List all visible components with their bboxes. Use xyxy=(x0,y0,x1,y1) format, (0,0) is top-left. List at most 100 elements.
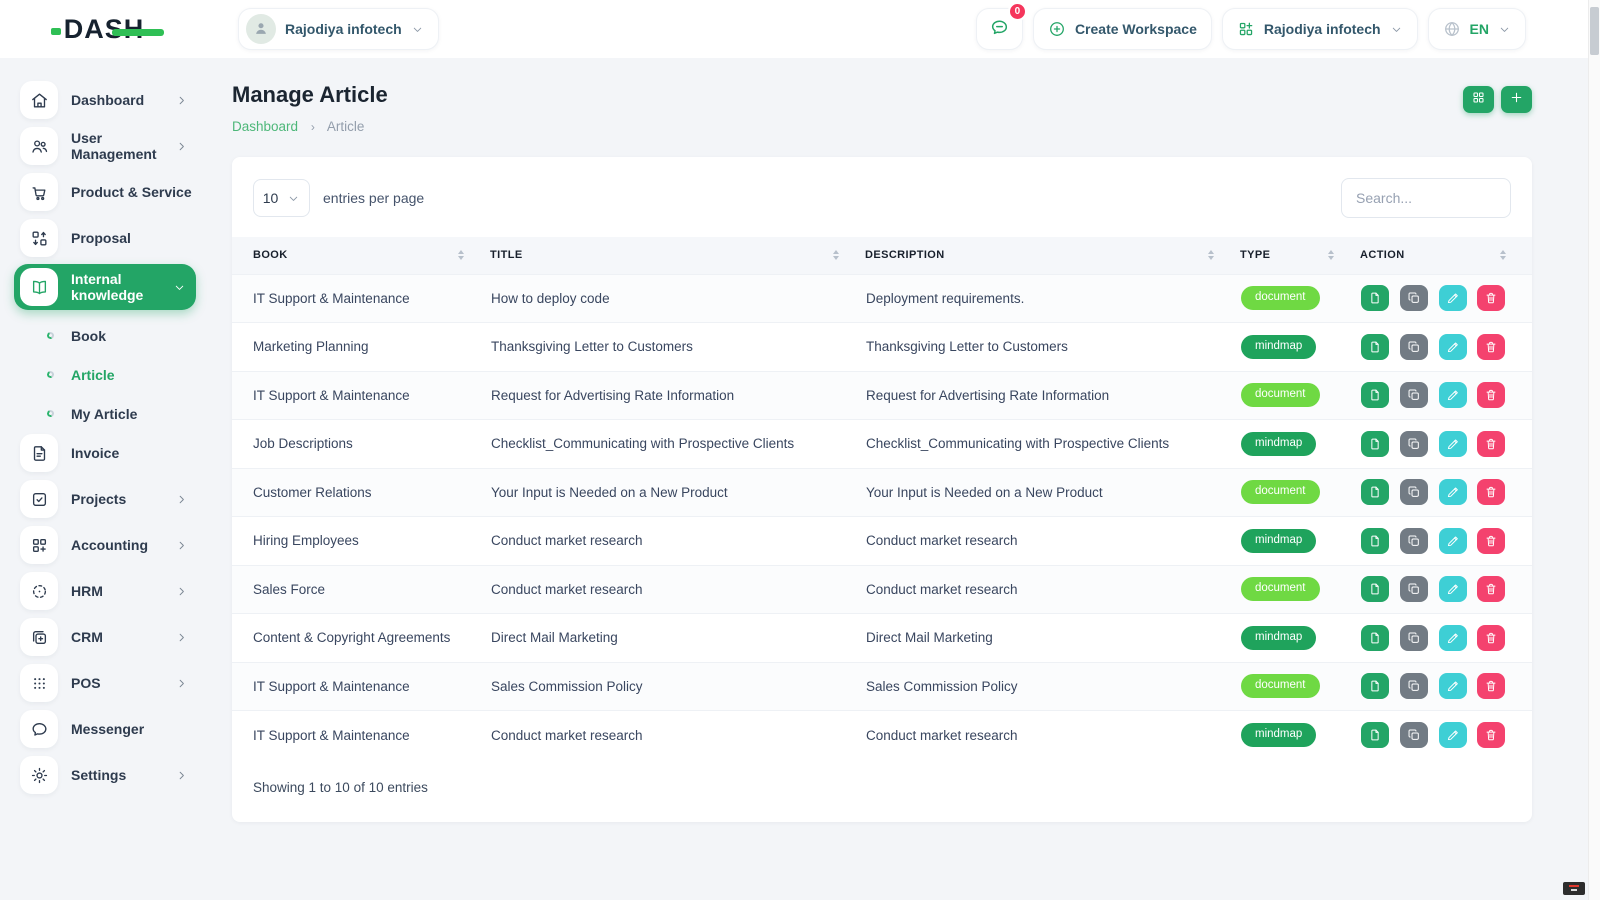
cell-description: Thanksgiving Letter to Customers xyxy=(866,339,1068,355)
delete-article-button[interactable] xyxy=(1477,382,1506,409)
copy-article-button[interactable] xyxy=(1399,479,1428,506)
breadcrumb-current: Article xyxy=(326,119,365,134)
edit-article-button[interactable] xyxy=(1438,624,1467,651)
sort-icon[interactable] xyxy=(458,250,464,261)
view-article-button[interactable] xyxy=(1361,673,1389,700)
edit-article-button[interactable] xyxy=(1438,430,1467,457)
sidebar-item-accounting[interactable]: Accounting xyxy=(20,525,208,565)
copy-article-button[interactable] xyxy=(1399,333,1428,360)
delete-article-button[interactable] xyxy=(1477,285,1506,312)
main-content: Manage Article Dashboard › Article 10 en… xyxy=(208,58,1600,822)
view-article-button[interactable] xyxy=(1361,527,1389,554)
view-article-button[interactable] xyxy=(1361,430,1389,457)
sidebar-item-proposal[interactable]: Proposal xyxy=(20,218,208,258)
app-shell: Dashboard User Management Product & Serv… xyxy=(0,0,1600,822)
copy-article-button[interactable] xyxy=(1399,527,1428,554)
edit-article-button[interactable] xyxy=(1438,382,1467,409)
column-header-title[interactable]: TITLE xyxy=(490,237,865,274)
view-article-button[interactable] xyxy=(1361,576,1389,603)
sidebar-item-label: CRM xyxy=(71,629,103,645)
edit-article-button[interactable] xyxy=(1438,285,1467,312)
edit-article-button[interactable] xyxy=(1438,576,1467,603)
view-article-button[interactable] xyxy=(1361,479,1389,506)
sidebar-item-label: Product & Service xyxy=(71,184,192,200)
copy-article-button[interactable] xyxy=(1399,285,1428,312)
copy-article-button[interactable] xyxy=(1399,382,1428,409)
delete-article-button[interactable] xyxy=(1477,576,1506,603)
vertical-scrollbar[interactable] xyxy=(1588,0,1600,900)
cell-description: Checklist_Communicating with Prospective… xyxy=(866,436,1170,452)
sort-icon[interactable] xyxy=(1328,250,1334,261)
column-header-description[interactable]: DESCRIPTION xyxy=(865,237,1240,274)
edit-article-button[interactable] xyxy=(1438,673,1467,700)
add-article-button[interactable] xyxy=(1501,86,1532,113)
edit-article-button[interactable] xyxy=(1438,527,1467,554)
edit-article-button[interactable] xyxy=(1438,479,1467,506)
view-article-button[interactable] xyxy=(1361,624,1389,651)
messenger-button[interactable]: 0 xyxy=(975,2,1027,50)
sort-icon[interactable] xyxy=(1208,250,1214,261)
column-header-type[interactable]: TYPE xyxy=(1240,237,1360,274)
cell-type: mindmap xyxy=(1240,517,1360,566)
type-badge: document xyxy=(1241,674,1320,699)
sidebar-item-crm[interactable]: CRM xyxy=(20,617,208,657)
sidebar-item-user-management[interactable]: User Management xyxy=(20,126,208,166)
view-article-button[interactable] xyxy=(1361,285,1389,312)
delete-article-button[interactable] xyxy=(1477,479,1506,506)
cell-description: Deployment requirements. xyxy=(866,290,1025,306)
grid-view-button[interactable] xyxy=(1463,86,1494,113)
copy-article-button[interactable] xyxy=(1399,722,1428,748)
type-badge: mindmap xyxy=(1241,334,1317,359)
edit-article-button[interactable] xyxy=(1438,722,1467,748)
sidebar-item-label: Dashboard xyxy=(71,92,145,108)
cell-description: Request for Advertising Rate Information xyxy=(866,387,1110,403)
delete-article-button[interactable] xyxy=(1477,333,1506,360)
delete-article-button[interactable] xyxy=(1477,527,1506,554)
copy-article-button[interactable] xyxy=(1399,430,1428,457)
cell-title: Sales Commission Policy xyxy=(491,678,643,694)
column-header-book[interactable]: BOOK xyxy=(232,237,490,274)
sidebar-item-settings[interactable]: Settings xyxy=(20,755,208,795)
column-header-action[interactable]: ACTION xyxy=(1360,237,1532,274)
sort-icon[interactable] xyxy=(833,250,839,261)
sort-icon[interactable] xyxy=(1500,250,1506,261)
edit-article-button[interactable] xyxy=(1438,333,1467,360)
view-article-button[interactable] xyxy=(1361,333,1389,360)
topbar-right-cluster: 0 Create Workspace Rajodiya infotech EN xyxy=(975,2,1600,50)
sidebar-item-projects[interactable]: Projects xyxy=(20,479,208,519)
delete-article-button[interactable] xyxy=(1477,624,1506,651)
language-selector[interactable]: EN xyxy=(1427,8,1526,50)
breadcrumb-dashboard-link[interactable]: Dashboard xyxy=(232,119,298,134)
sidebar-subitem-book[interactable]: Book xyxy=(20,316,208,355)
account-workspace-dropdown[interactable]: Rajodiya infotech xyxy=(1221,8,1418,50)
pos-icon xyxy=(20,664,58,702)
sidebar-subitem-my-article[interactable]: My Article xyxy=(20,394,208,433)
workspace-selector[interactable]: Rajodiya infotech xyxy=(238,8,439,50)
view-article-button[interactable] xyxy=(1361,382,1389,409)
dash-logo[interactable]: DASH xyxy=(50,14,165,45)
delete-article-button[interactable] xyxy=(1477,430,1506,457)
delete-article-button[interactable] xyxy=(1477,673,1506,700)
sidebar-item-invoice[interactable]: Invoice xyxy=(20,433,208,473)
view-article-button[interactable] xyxy=(1361,722,1389,748)
sidebar-subitem-article[interactable]: Article xyxy=(20,355,208,394)
table-row: IT Support & Maintenance Conduct market … xyxy=(232,710,1532,760)
column-label: ACTION xyxy=(1360,249,1405,262)
copy-article-button[interactable] xyxy=(1399,576,1428,603)
entries-per-page-select[interactable]: 10 xyxy=(253,179,310,217)
copy-article-button[interactable] xyxy=(1399,624,1428,651)
scrollbar-thumb[interactable] xyxy=(1590,7,1599,55)
sidebar-item-dashboard[interactable]: Dashboard xyxy=(20,80,208,120)
search-input[interactable] xyxy=(1341,178,1511,218)
grid-icon xyxy=(1471,90,1486,110)
sidebar-item-pos[interactable]: POS xyxy=(20,663,208,703)
table-row: IT Support & Maintenance Request for Adv… xyxy=(232,371,1532,420)
copy-article-button[interactable] xyxy=(1399,673,1428,700)
sidebar-item-label: Internal knowledge xyxy=(71,271,144,303)
sidebar-item-hrm[interactable]: HRM xyxy=(20,571,208,611)
sidebar-item-internal-knowledge[interactable]: Internal knowledge xyxy=(14,264,196,310)
sidebar-item-messenger[interactable]: Messenger xyxy=(20,709,208,749)
create-workspace-button[interactable]: Create Workspace xyxy=(1032,8,1212,50)
sidebar-item-product-service[interactable]: Product & Service xyxy=(20,172,208,212)
delete-article-button[interactable] xyxy=(1477,722,1506,748)
